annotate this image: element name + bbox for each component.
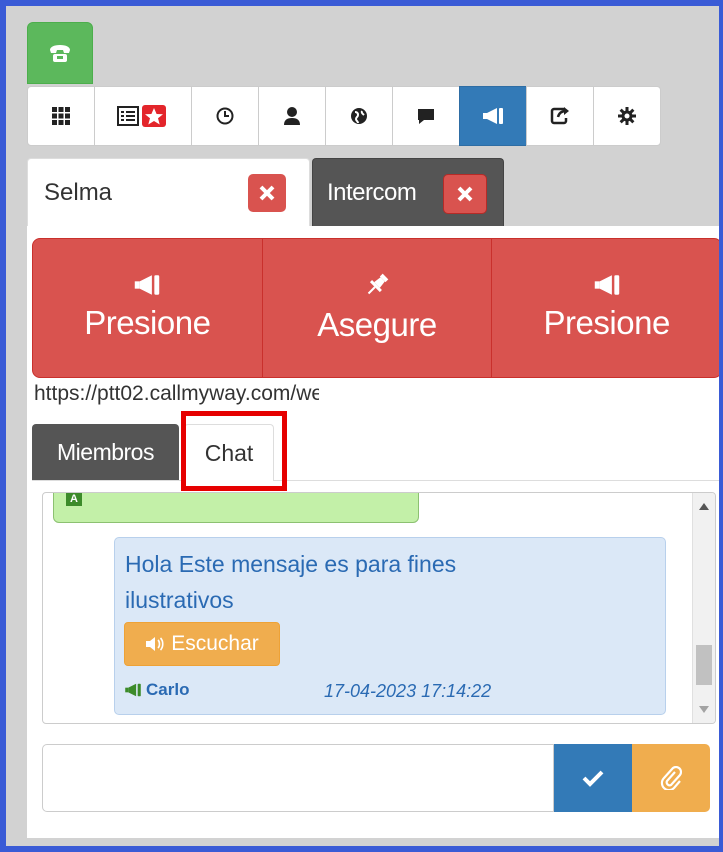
tab-label: Intercom [327, 178, 417, 206]
listen-label: Escuchar [171, 632, 259, 655]
chat-message-own: A [53, 493, 419, 523]
intercom-button[interactable] [459, 86, 527, 146]
gear-icon [618, 107, 636, 125]
bullhorn-icon [135, 275, 160, 295]
tab-intercom[interactable]: Intercom [312, 158, 504, 226]
scroll-down-arrow[interactable] [699, 706, 709, 713]
volume-icon [146, 637, 164, 651]
sender-name: Carlo [146, 680, 190, 699]
clock-icon [216, 107, 234, 125]
bullhorn-icon [594, 275, 619, 295]
tab-miembros[interactable]: Miembros [32, 424, 179, 480]
lock-talk-button[interactable]: Asegure [261, 238, 493, 378]
ptt-label: Presione [543, 304, 671, 341]
chat-scrollbar[interactable] [692, 493, 715, 723]
highlight-box [181, 411, 287, 491]
ptt-label: Asegure [317, 306, 437, 343]
history-button[interactable] [191, 86, 259, 146]
user-icon [284, 107, 300, 125]
message-input-row [42, 744, 710, 812]
close-icon [457, 186, 473, 202]
message-timestamp: 17-04-2023 17:14:22 [324, 681, 492, 701]
message-sender: Carlo [124, 680, 189, 700]
scroll-thumb[interactable] [696, 645, 712, 685]
comment-icon [418, 109, 434, 124]
file-icon: A [66, 493, 82, 506]
push-to-talk-button[interactable]: Presione [491, 238, 719, 378]
redaction-mask [208, 678, 318, 704]
redaction-mask [319, 378, 471, 404]
share-button[interactable] [526, 86, 594, 146]
main-panel: Presione Asegure Presione https://ptt02.… [27, 226, 719, 838]
bullhorn-icon [125, 683, 141, 697]
ptt-button-group: Presione Asegure Presione [32, 238, 719, 378]
app-frame: Selma Intercom Presione Asegure Presione… [0, 0, 723, 852]
bullhorn-icon [483, 108, 503, 124]
web-button[interactable] [325, 86, 393, 146]
paperclip-icon [660, 766, 682, 790]
attach-button[interactable] [632, 744, 710, 812]
phone-button[interactable] [27, 22, 93, 84]
close-icon [259, 185, 275, 201]
share-icon [550, 107, 569, 125]
close-tab-button[interactable] [443, 174, 487, 214]
chat-message: Hola Este mensaje es para fines ilustrat… [114, 537, 666, 715]
grid-icon [52, 107, 70, 125]
globe-icon [351, 108, 367, 124]
list-star-icon [117, 105, 166, 127]
tab-label: Selma [44, 178, 113, 206]
scroll-up-arrow[interactable] [699, 503, 709, 510]
phone-icon [50, 45, 70, 62]
listen-button[interactable]: Escuchar [124, 622, 280, 666]
message-text: Hola Este mensaje es para fines ilustrat… [125, 551, 457, 613]
grid-button[interactable] [27, 86, 95, 146]
chat-messages[interactable]: A Hola Este mensaje es para fines ilustr… [42, 492, 716, 724]
chat-button[interactable] [392, 86, 460, 146]
close-tab-button[interactable] [248, 174, 286, 212]
push-to-talk-button[interactable]: Presione [32, 238, 263, 378]
send-button[interactable] [554, 744, 632, 812]
tab-selma[interactable]: Selma [27, 158, 310, 226]
settings-button[interactable] [593, 86, 661, 146]
toolbar [27, 86, 661, 146]
pin-icon [367, 273, 389, 295]
message-meta: Carlo 17-04-2023 17:14:22 [124, 678, 654, 706]
ptt-label: Presione [84, 304, 211, 341]
message-input[interactable] [42, 744, 554, 812]
contacts-button[interactable] [258, 86, 326, 146]
favorites-list-button[interactable] [94, 86, 192, 146]
check-icon [582, 770, 604, 787]
subtab-divider [32, 480, 719, 481]
